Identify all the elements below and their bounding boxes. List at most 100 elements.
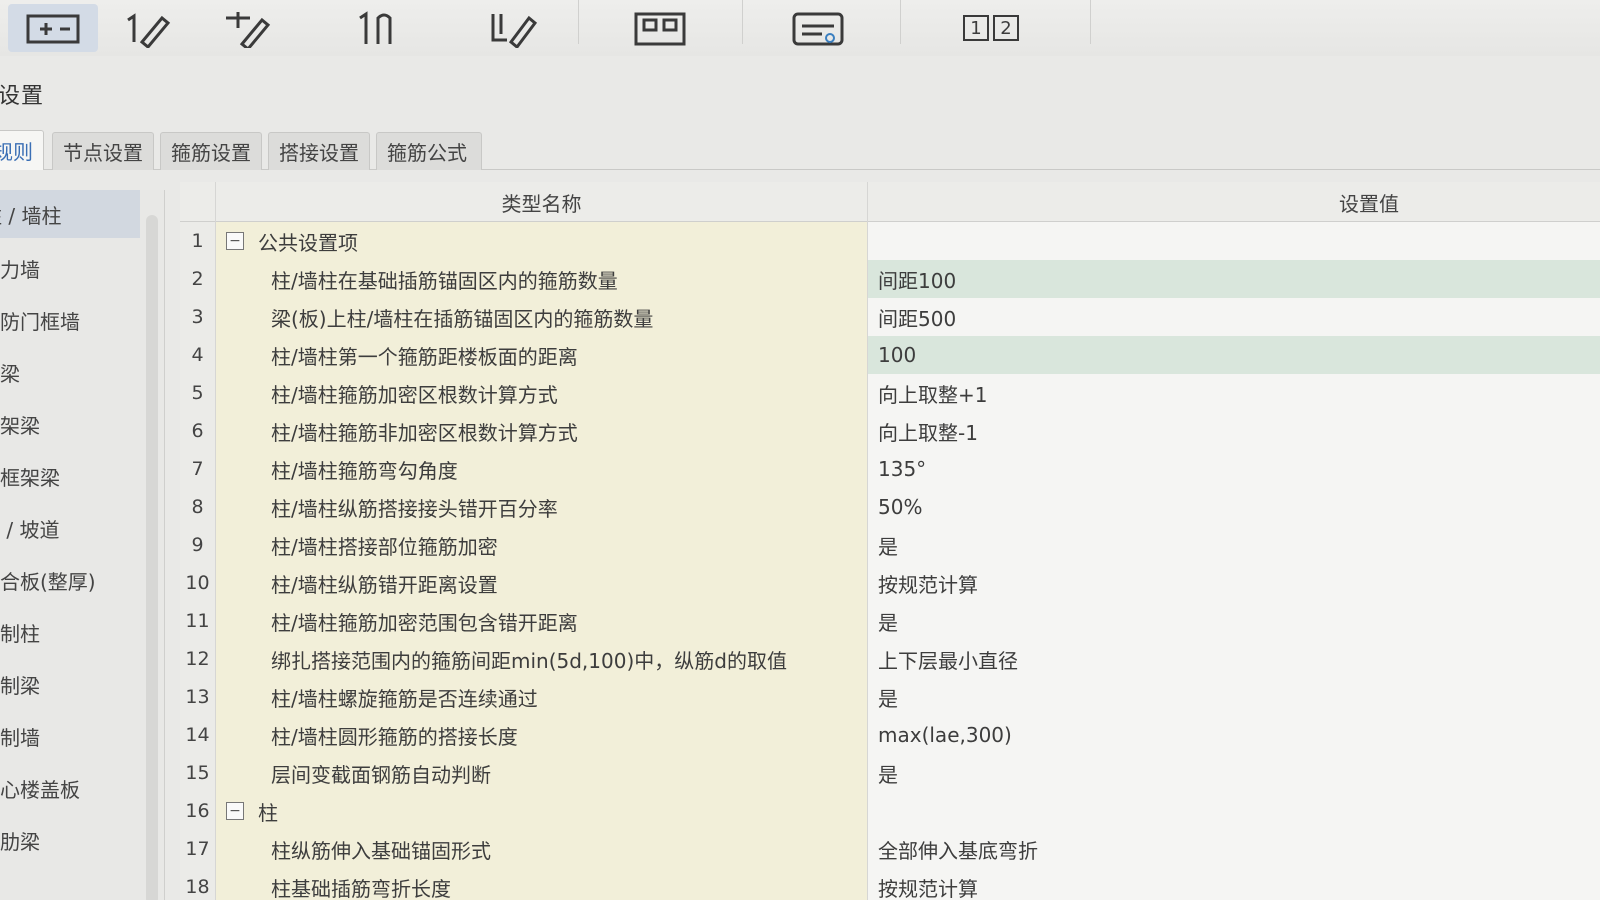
tab-lap-settings[interactable]: 搭接设置: [268, 132, 370, 170]
table-row[interactable]: 14 柱/墙柱圆形箍筋的搭接长度 max(lae,300): [180, 716, 1600, 754]
tab-stirrup-formula[interactable]: 箍筋公式: [376, 132, 482, 170]
table-row[interactable]: 8 柱/墙柱纵筋搭接接头错开百分率 50%: [180, 488, 1600, 526]
setting-value-cell[interactable]: max(lae,300): [868, 716, 1600, 754]
type-name-cell: 梁(板)上柱/墙柱在插筋锚固区内的箍筋数量: [216, 298, 868, 336]
type-name-cell: 柱/墙柱箍筋加密区根数计算方式: [216, 374, 868, 412]
setting-value-cell: [868, 222, 1600, 260]
layout-grid-icon[interactable]: [630, 4, 690, 52]
add-edit-icon[interactable]: [215, 4, 285, 52]
sidebar-item-precast-wall[interactable]: 预制墙: [0, 712, 140, 760]
table-row[interactable]: 17 柱纵筋伸入基础锚固形式 全部伸入基底弯折: [180, 830, 1600, 868]
table-row[interactable]: 18 柱基础插筋弯折长度 按规范计算: [180, 868, 1600, 900]
type-name-text: 柱/墙柱箍筋加密范围包含错开距离: [271, 610, 578, 635]
setting-value-cell[interactable]: 是: [868, 678, 1600, 716]
sidebar-item-slab-ramp[interactable]: 板 / 坡道: [0, 504, 140, 552]
row-number: 8: [180, 488, 216, 526]
sidebar-item-door-frame-wall[interactable]: 人防门框墙: [0, 296, 140, 344]
setting-value-cell[interactable]: 是: [868, 602, 1600, 640]
type-name-text: 柱纵筋伸入基础锚固形式: [271, 838, 491, 863]
sidebar-item-composite-slab[interactable]: 叠合板(整厚): [0, 556, 140, 604]
sidebar-item-label: 预制柱: [0, 621, 40, 646]
tab-rules[interactable]: 规则: [0, 130, 44, 170]
type-name-text: 柱/墙柱箍筋加密区根数计算方式: [271, 382, 558, 407]
row-number: 3: [180, 298, 216, 336]
collapse-icon[interactable]: −: [226, 232, 244, 250]
sidebar-item-non-frame-beam[interactable]: 非框架梁: [0, 452, 140, 500]
type-name-text: 柱/墙柱纵筋错开距离设置: [271, 572, 498, 597]
table-row[interactable]: 15 层间变截面钢筋自动判断 是: [180, 754, 1600, 792]
setting-value-cell[interactable]: 按规范计算: [868, 564, 1600, 602]
setting-value-cell[interactable]: 50%: [868, 488, 1600, 526]
numbered-tiles-icon[interactable]: 1 2: [958, 4, 1024, 52]
header-setting-value[interactable]: 设置值: [868, 182, 1600, 222]
row-number: 15: [180, 754, 216, 792]
table-row[interactable]: 6 柱/墙柱箍筋非加密区根数计算方式 向上取整-1: [180, 412, 1600, 450]
header-type-name[interactable]: 类型名称: [216, 182, 868, 222]
sidebar-item-label: 空心楼盖板: [0, 777, 80, 802]
table-row[interactable]: 4 柱/墙柱第一个箍筋距楼板面的距离 100: [180, 336, 1600, 374]
row-number: 9: [180, 526, 216, 564]
setting-value-cell[interactable]: 向上取整+1: [868, 374, 1600, 412]
table-row[interactable]: 3 梁(板)上柱/墙柱在插筋锚固区内的箍筋数量 间距500: [180, 298, 1600, 336]
setting-value-cell[interactable]: 间距500: [868, 298, 1600, 336]
toolbar: 1 2: [0, 0, 1600, 56]
edit-1-icon[interactable]: [115, 4, 185, 52]
sidebar-item-label: 主肋梁: [0, 829, 40, 854]
add-layer-icon[interactable]: [8, 4, 98, 52]
type-name-text: 柱/墙柱螺旋箍筋是否连续通过: [271, 686, 538, 711]
draw-edit-icon[interactable]: [480, 4, 550, 52]
type-name-cell: 柱/墙柱箍筋弯勾角度: [216, 450, 868, 488]
list-settings-icon[interactable]: [788, 4, 848, 52]
type-name-cell: 柱/墙柱纵筋错开距离设置: [216, 564, 868, 602]
row-number: 1: [180, 222, 216, 260]
sidebar-item-coupling-beam[interactable]: 连梁: [0, 348, 140, 396]
group-name-cell: − 柱: [216, 792, 868, 830]
row-number: 17: [180, 830, 216, 868]
type-name-text: 公共设置项: [258, 230, 358, 255]
table-row[interactable]: 11 柱/墙柱箍筋加密范围包含错开距离 是: [180, 602, 1600, 640]
toolbar-separator: [900, 0, 901, 44]
sidebar: 柱 / 墙柱 剪力墙 人防门框墙 连梁 框架梁 非框架梁 板 / 坡道 叠合板(…: [0, 190, 165, 900]
setting-value-cell[interactable]: 间距100: [868, 260, 1600, 298]
table-row[interactable]: 2 柱/墙柱在基础插筋锚固区内的箍筋数量 间距100: [180, 260, 1600, 298]
sidebar-item-main-rib-beam[interactable]: 主肋梁: [0, 816, 140, 864]
setting-value-cell[interactable]: 是: [868, 526, 1600, 564]
table-row[interactable]: 9 柱/墙柱搭接部位箍筋加密 是: [180, 526, 1600, 564]
setting-value-cell[interactable]: 上下层最小直径: [868, 640, 1600, 678]
vertical-lines-icon[interactable]: [345, 4, 405, 52]
row-number: 5: [180, 374, 216, 412]
table-row[interactable]: 5 柱/墙柱箍筋加密区根数计算方式 向上取整+1: [180, 374, 1600, 412]
table-row[interactable]: 12 绑扎搭接范围内的箍筋间距min(5d,100)中，纵筋d的取值 上下层最小直径: [180, 640, 1600, 678]
setting-value-cell[interactable]: 按规范计算: [868, 868, 1600, 900]
type-name-text: 层间变截面钢筋自动判断: [271, 762, 491, 787]
row-number: 18: [180, 868, 216, 900]
setting-value-cell[interactable]: 100: [868, 336, 1600, 374]
setting-value-cell[interactable]: 135°: [868, 450, 1600, 488]
table-row[interactable]: 10 柱/墙柱纵筋错开距离设置 按规范计算: [180, 564, 1600, 602]
sidebar-item-hollow-slab[interactable]: 空心楼盖板: [0, 764, 140, 812]
sidebar-item-column[interactable]: 柱 / 墙柱: [0, 190, 140, 238]
row-number: 11: [180, 602, 216, 640]
type-name-text: 柱/墙柱纵筋搭接接头错开百分率: [271, 496, 558, 521]
sidebar-item-label: 框架梁: [0, 413, 40, 438]
sidebar-scrollbar[interactable]: [146, 215, 158, 900]
table-row[interactable]: 1− 公共设置项: [180, 222, 1600, 260]
setting-value-cell[interactable]: 是: [868, 754, 1600, 792]
tile-2: 2: [993, 15, 1019, 41]
type-name-cell: 柱/墙柱螺旋箍筋是否连续通过: [216, 678, 868, 716]
table-row[interactable]: 13 柱/墙柱螺旋箍筋是否连续通过 是: [180, 678, 1600, 716]
type-name-text: 柱/墙柱箍筋非加密区根数计算方式: [271, 420, 578, 445]
setting-value-cell[interactable]: 向上取整-1: [868, 412, 1600, 450]
type-name-text: 柱/墙柱搭接部位箍筋加密: [271, 534, 498, 559]
sidebar-item-frame-beam[interactable]: 框架梁: [0, 400, 140, 448]
tab-node-settings[interactable]: 节点设置: [52, 132, 154, 170]
collapse-icon[interactable]: −: [226, 802, 244, 820]
row-number: 10: [180, 564, 216, 602]
table-row[interactable]: 16− 柱: [180, 792, 1600, 830]
setting-value-cell[interactable]: 全部伸入基底弯折: [868, 830, 1600, 868]
sidebar-item-precast-column[interactable]: 预制柱: [0, 608, 140, 656]
tab-stirrup-settings[interactable]: 箍筋设置: [160, 132, 262, 170]
table-row[interactable]: 7 柱/墙柱箍筋弯勾角度 135°: [180, 450, 1600, 488]
sidebar-item-shear-wall[interactable]: 剪力墙: [0, 244, 140, 292]
sidebar-item-precast-beam[interactable]: 预制梁: [0, 660, 140, 708]
